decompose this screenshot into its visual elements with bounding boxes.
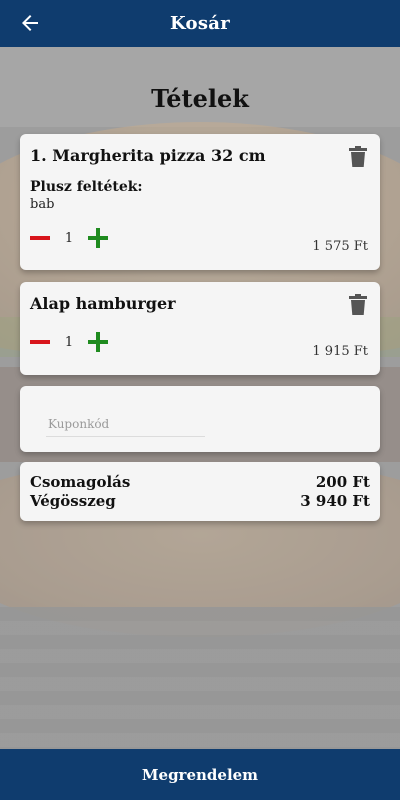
item-price: 1 575 Ft [312, 239, 368, 254]
arrow-left-icon[interactable] [18, 11, 42, 35]
section-title: Tételek [151, 84, 249, 113]
cart-item-card: 1. Margherita pizza 32 cm Plusz feltétek… [20, 134, 380, 270]
quantity-value: 1 [64, 230, 74, 246]
item-name: Alap hamburger [30, 294, 176, 313]
total-value: 3 940 Ft [300, 492, 370, 510]
coupon-card [20, 386, 380, 452]
total-label: Végösszeg [30, 492, 116, 510]
extras-label: Plusz feltétek: [30, 179, 143, 195]
page-title: Kosár [169, 13, 231, 34]
trash-icon[interactable] [348, 146, 368, 168]
plus-icon[interactable] [88, 228, 108, 248]
extras-value: bab [30, 197, 55, 212]
minus-icon[interactable] [30, 340, 50, 344]
order-button[interactable]: Megrendelem [0, 749, 400, 800]
coupon-input[interactable] [46, 412, 205, 437]
trash-icon[interactable] [348, 294, 368, 316]
total-row: Végösszeg 3 940 Ft [30, 492, 370, 510]
packaging-row: Csomagolás 200 Ft [30, 473, 370, 491]
plus-icon[interactable] [88, 332, 108, 352]
quantity-value: 1 [64, 334, 74, 350]
top-app-bar: Kosár [0, 0, 400, 47]
cart-item-card: Alap hamburger 1 1 915 Ft [20, 282, 380, 375]
item-name: 1. Margherita pizza 32 cm [30, 146, 266, 165]
packaging-value: 200 Ft [315, 473, 370, 491]
quantity-stepper: 1 [30, 332, 108, 352]
packaging-label: Csomagolás [30, 473, 131, 491]
item-price: 1 915 Ft [312, 344, 368, 359]
minus-icon[interactable] [30, 236, 50, 240]
quantity-stepper: 1 [30, 228, 108, 248]
totals-card: Csomagolás 200 Ft Végösszeg 3 940 Ft [20, 462, 380, 521]
